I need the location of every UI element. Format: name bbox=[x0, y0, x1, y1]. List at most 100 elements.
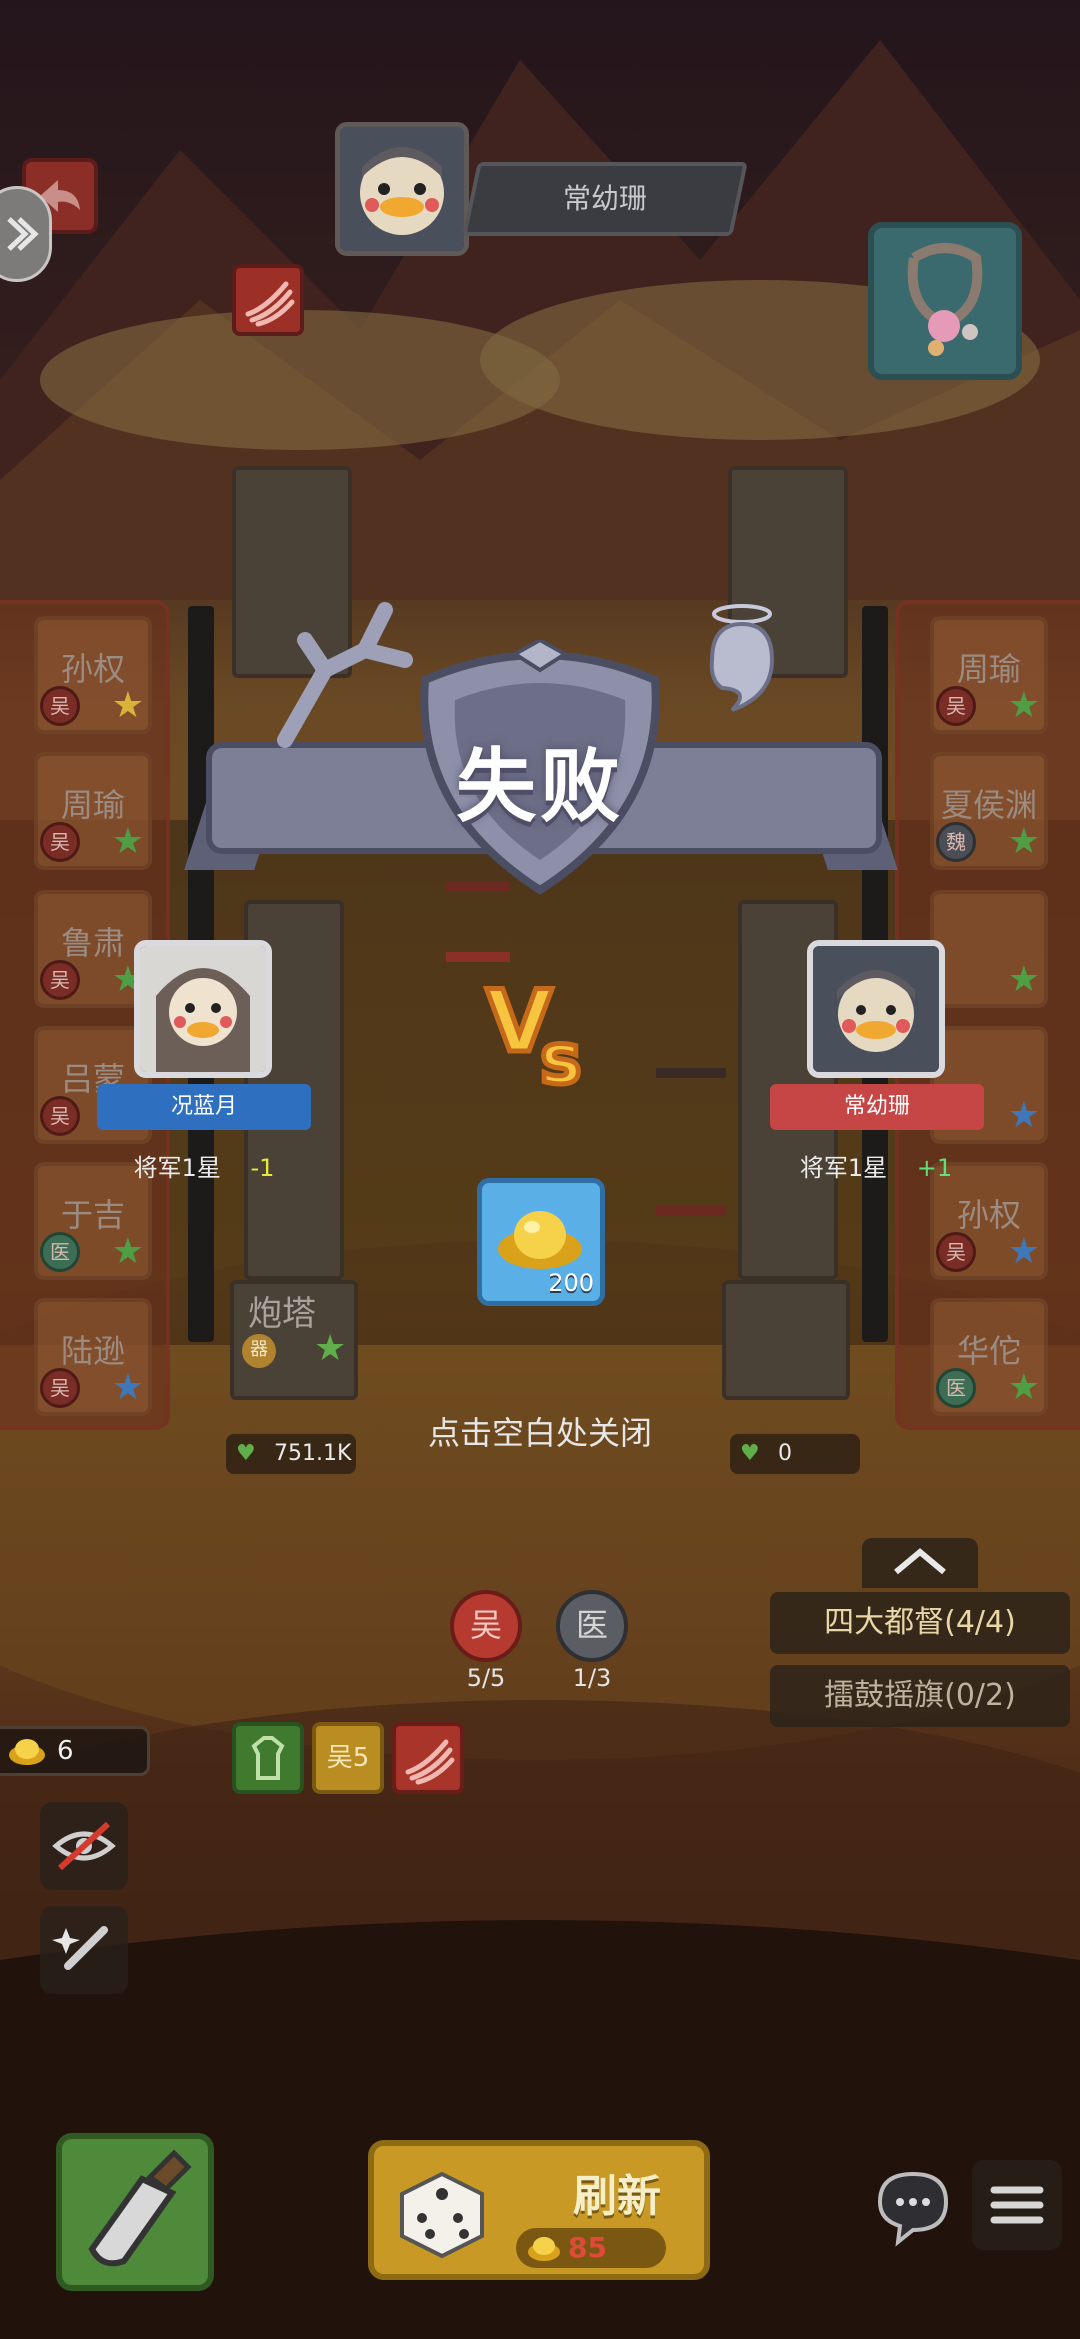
hero-faction-badge: 魏 bbox=[936, 822, 976, 862]
magic-wand-icon bbox=[52, 1926, 108, 1970]
claw-icon bbox=[245, 281, 295, 327]
star-icon: ★ bbox=[1007, 1095, 1040, 1136]
left-hero-card[interactable]: 孙权吴 ★ bbox=[34, 616, 152, 734]
star-icon: ★ bbox=[1007, 1367, 1040, 1408]
player-right-avatar[interactable] bbox=[807, 940, 945, 1078]
player-right-delta: +1 bbox=[916, 1154, 953, 1182]
cleaver-icon bbox=[88, 2149, 192, 2267]
star-icon: ★ bbox=[1007, 1231, 1040, 1272]
hero-name: 周瑜 bbox=[60, 786, 125, 824]
hero-faction-badge: 吴 bbox=[40, 822, 80, 862]
hero-name: 陆逊 bbox=[60, 1332, 125, 1370]
bond-row-1[interactable]: 四大都督(4/4) bbox=[770, 1592, 1070, 1654]
hero-faction-badge: 吴 bbox=[40, 1096, 80, 1136]
chevron-up-icon bbox=[894, 1548, 946, 1575]
bond-icon-wu[interactable]: 吴5 bbox=[312, 1722, 384, 1794]
opponent-name-plate: 常幼珊 bbox=[462, 162, 748, 236]
coin-icon bbox=[9, 1739, 45, 1765]
faction-yi-count: 1/3 bbox=[572, 1664, 612, 1692]
menu-button[interactable] bbox=[972, 2160, 1062, 2250]
hero-name: 孙权 bbox=[60, 650, 125, 688]
player-right-name: 常幼珊 bbox=[843, 1094, 910, 1119]
player-left-name-plate: 况蓝月 bbox=[97, 1084, 311, 1130]
right-hero-card[interactable]: 周瑜吴 ★ bbox=[930, 616, 1048, 734]
reward-item[interactable]: 200 bbox=[477, 1178, 605, 1306]
sell-button[interactable] bbox=[56, 2133, 214, 2291]
bond-row-2[interactable]: 擂鼓摇旗(0/2) bbox=[770, 1665, 1070, 1727]
hero-faction-badge: 吴 bbox=[936, 686, 976, 726]
ghost-icon bbox=[709, 604, 775, 712]
opponent-avatar[interactable] bbox=[335, 122, 469, 256]
refresh-cost: 85 bbox=[516, 2228, 666, 2268]
dice-icon bbox=[400, 2171, 484, 2259]
player-right-rank: 将军1星 bbox=[799, 1154, 888, 1182]
star-icon: ★ bbox=[1007, 685, 1040, 726]
vs-icon: V s bbox=[484, 970, 585, 1096]
bond-icon-tower[interactable] bbox=[232, 1722, 304, 1794]
tower-icon bbox=[251, 1736, 285, 1780]
player-left-rank: 将军1星 bbox=[133, 1154, 221, 1182]
star-icon: ★ bbox=[111, 685, 144, 726]
unit-hp-bar bbox=[656, 1068, 726, 1078]
tower-faction-badge: 器 bbox=[242, 1334, 276, 1368]
hero-name: 华佗 bbox=[956, 1332, 1021, 1370]
hamburger-icon bbox=[990, 2186, 1044, 2224]
faction-wu-count: 5/5 bbox=[466, 1664, 506, 1692]
hero-faction-badge: 吴 bbox=[40, 686, 80, 726]
opponent-name: 常幼珊 bbox=[562, 182, 647, 215]
reward-amount: 200 bbox=[548, 1269, 594, 1297]
hero-faction-badge: 吴 bbox=[936, 1232, 976, 1272]
right-hero-card[interactable]: 夏侯渊魏 ★ bbox=[930, 752, 1048, 870]
hero-faction-badge: 医 bbox=[40, 1232, 80, 1272]
star-icon: ★ bbox=[111, 1367, 144, 1408]
skill-icon-button[interactable] bbox=[232, 264, 304, 336]
unit-hp-bar bbox=[446, 952, 510, 962]
coin-icon bbox=[528, 2237, 560, 2261]
hero-name: 周瑜 bbox=[956, 650, 1021, 688]
hero-name: 于吉 bbox=[60, 1196, 125, 1234]
claw-icon bbox=[405, 1739, 455, 1785]
eye-off-icon bbox=[52, 1821, 116, 1871]
svg-text:s: s bbox=[540, 1018, 582, 1095]
necklace-icon bbox=[907, 243, 983, 356]
right-tower-base[interactable] bbox=[722, 1280, 850, 1400]
coin-counter: 6 bbox=[0, 1726, 150, 1776]
left-hero-card[interactable]: 陆逊吴 ★ bbox=[34, 1298, 152, 1416]
star-icon: ★ bbox=[111, 1231, 144, 1272]
left-hero-card[interactable]: 周瑜吴 ★ bbox=[34, 752, 152, 870]
star-icon: ★ bbox=[1007, 959, 1040, 1000]
bond-expand-button[interactable] bbox=[862, 1538, 978, 1588]
magic-wand-button[interactable] bbox=[40, 1906, 128, 1994]
duck-avatar-icon bbox=[813, 946, 939, 1072]
hero-faction-badge: 吴 bbox=[40, 960, 80, 1000]
right-hero-card[interactable]: ★ bbox=[930, 890, 1048, 1008]
star-icon: ★ bbox=[314, 1328, 347, 1369]
player-left-delta: -1 bbox=[250, 1154, 275, 1182]
left-tower-base[interactable]: 炮塔 器 ★ bbox=[230, 1280, 358, 1400]
right-hero-card[interactable]: 华佗医 ★ bbox=[930, 1298, 1048, 1416]
refresh-cost-value: 85 bbox=[568, 2231, 607, 2264]
hero-name: 夏侯渊 bbox=[940, 786, 1037, 824]
hero-name: 鲁肃 bbox=[60, 924, 125, 962]
player-right-rank-row: 将军1星 +1 bbox=[770, 1148, 982, 1188]
close-hint[interactable]: 点击空白处关闭 bbox=[0, 1408, 1080, 1454]
side-menu-toggle[interactable] bbox=[0, 186, 52, 282]
duck-avatar-icon bbox=[340, 127, 464, 251]
hero-faction-badge: 医 bbox=[936, 1368, 976, 1408]
star-icon: ★ bbox=[111, 821, 144, 862]
duck-avatar-icon bbox=[140, 946, 266, 1072]
refresh-label: 刷新 bbox=[573, 2171, 661, 2222]
relic-button[interactable] bbox=[868, 222, 1022, 380]
hide-view-button[interactable] bbox=[40, 1802, 128, 1890]
player-left-avatar[interactable] bbox=[134, 940, 272, 1078]
player-left-rank-row: 将军1星 -1 bbox=[98, 1148, 310, 1188]
player-right-name-plate: 常幼珊 bbox=[770, 1084, 984, 1130]
result-title: 失败 bbox=[456, 740, 624, 833]
tower-name: 炮塔 bbox=[248, 1294, 316, 1334]
faction-wu-button[interactable]: 吴 bbox=[450, 1590, 522, 1662]
refresh-button[interactable]: 刷新 85 bbox=[368, 2140, 710, 2280]
faction-yi-button[interactable]: 医 bbox=[556, 1590, 628, 1662]
hero-name: 孙权 bbox=[956, 1196, 1021, 1234]
bond-icon-claw[interactable] bbox=[392, 1722, 464, 1794]
chat-button[interactable] bbox=[868, 2160, 958, 2250]
